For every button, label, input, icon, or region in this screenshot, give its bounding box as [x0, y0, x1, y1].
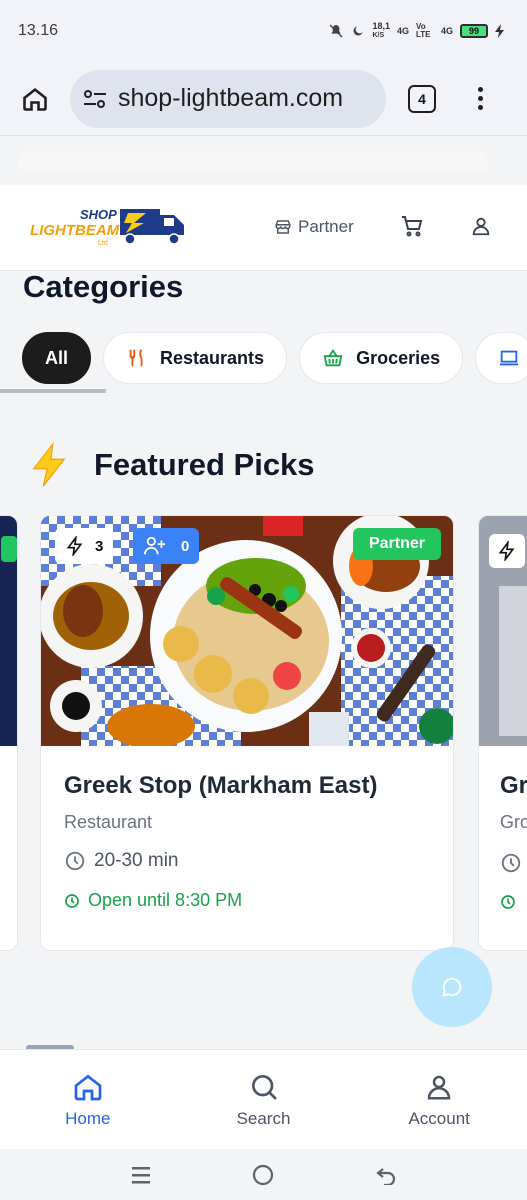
status-time: 13.16	[18, 22, 59, 39]
system-nav-bar	[0, 1149, 527, 1200]
site-settings-icon[interactable]	[82, 88, 108, 110]
chat-icon	[442, 977, 462, 997]
site-header: SHOP LIGHTBEAM Ltd Partner	[0, 185, 527, 271]
zap-icon	[66, 536, 83, 556]
clock-icon	[65, 893, 79, 908]
shop-lightbeam-logo[interactable]: SHOP LIGHTBEAM Ltd	[28, 205, 190, 249]
category-scroll-indicator	[0, 389, 106, 393]
card-image	[0, 516, 17, 746]
web-page: SHOP LIGHTBEAM Ltd Partner Categories Al…	[0, 137, 527, 1200]
card-image	[479, 516, 527, 746]
search-icon	[251, 1074, 277, 1100]
featured-title: Featured Picks	[26, 441, 315, 489]
nav-home[interactable]: Home	[0, 1050, 176, 1149]
nav-account[interactable]: Account	[351, 1050, 527, 1149]
next-card-type: Gro	[500, 812, 527, 832]
user-icon	[472, 217, 490, 236]
fork-knife-icon	[129, 349, 143, 367]
address-bar[interactable]: shop-lightbeam.com	[70, 69, 386, 128]
featured-card-previous[interactable]	[0, 515, 18, 951]
browser-toolbar: shop-lightbeam.com 4	[0, 62, 527, 136]
svg-text:SHOP: SHOP	[80, 207, 117, 222]
nav-search[interactable]: Search	[176, 1050, 352, 1149]
categories-title: Categories	[23, 269, 184, 304]
signal-3: 4G	[440, 26, 453, 36]
clock-icon	[65, 851, 85, 871]
moon-icon	[353, 26, 364, 36]
delivery-time: 20-30 min	[64, 850, 179, 872]
home-icon	[23, 87, 47, 111]
chat-button[interactable]	[412, 947, 492, 1027]
signal-2: Vo LTE	[415, 22, 431, 39]
category-chip-groceries[interactable]: Groceries	[299, 332, 464, 384]
category-chip-next[interactable]	[475, 332, 527, 384]
browser-home-button[interactable]	[0, 85, 70, 113]
user-plus-icon	[144, 536, 166, 555]
zap-icon	[498, 541, 515, 561]
partner-link[interactable]: Partner	[274, 217, 354, 237]
account-button[interactable]	[470, 214, 492, 243]
charging-icon	[495, 24, 504, 38]
user-icon	[427, 1075, 451, 1099]
clock-icon	[501, 895, 515, 909]
screen: 13.16 18,1 K/S 4G Vo LTE 4G 99 shop-light…	[0, 0, 527, 1200]
next-card-name: Gr	[500, 772, 527, 799]
partner-label: Partner	[298, 217, 354, 236]
category-chips: All Restaurants Groceries	[22, 332, 527, 384]
open-hours: Open until 8:30 PM	[64, 890, 242, 911]
featured-card-next[interactable]: Gr Gro	[478, 515, 527, 951]
cart-icon	[402, 216, 423, 237]
store-icon	[275, 220, 291, 234]
category-chip-all[interactable]: All	[22, 332, 92, 384]
lightning-icon	[32, 441, 66, 487]
featured-card[interactable]: 3 0 Partner Greek Stop (Markham East) Re…	[40, 515, 454, 951]
url-text[interactable]: shop-lightbeam.com	[118, 84, 343, 113]
clock-icon	[501, 853, 521, 873]
mute-icon	[329, 24, 343, 38]
status-icons: 18,1 K/S 4G Vo LTE 4G 99	[328, 22, 505, 40]
loading-placeholder	[18, 151, 488, 173]
home-icon	[74, 1074, 102, 1100]
restaurant-type: Restaurant	[64, 812, 153, 832]
basket-icon	[323, 349, 343, 367]
recents-icon[interactable]	[130, 1165, 152, 1185]
svg-text:LIGHTBEAM: LIGHTBEAM	[30, 222, 120, 239]
flash-count-badge: 3	[55, 528, 114, 564]
laptop-icon	[499, 350, 519, 366]
user-count-badge: 0	[133, 528, 200, 564]
svg-text:Ltd: Ltd	[98, 240, 108, 247]
signal-1: 4G	[396, 26, 409, 36]
status-bar: 13.16 18,1 K/S 4G Vo LTE 4G 99	[0, 0, 527, 62]
home-circle-icon[interactable]	[252, 1164, 274, 1186]
restaurant-name[interactable]: Greek Stop (Markham East)	[64, 772, 377, 800]
net-speed: 18,1 K/S	[372, 21, 390, 40]
cart-button[interactable]	[400, 214, 424, 243]
partner-badge: Partner	[352, 528, 441, 560]
battery-icon: 99	[460, 24, 488, 38]
back-icon[interactable]	[375, 1165, 397, 1185]
browser-menu-icon[interactable]	[478, 87, 483, 110]
category-chip-restaurants[interactable]: Restaurants	[103, 332, 288, 384]
tabs-button[interactable]: 4	[408, 84, 436, 113]
bottom-nav: Home Search Account	[0, 1049, 527, 1149]
